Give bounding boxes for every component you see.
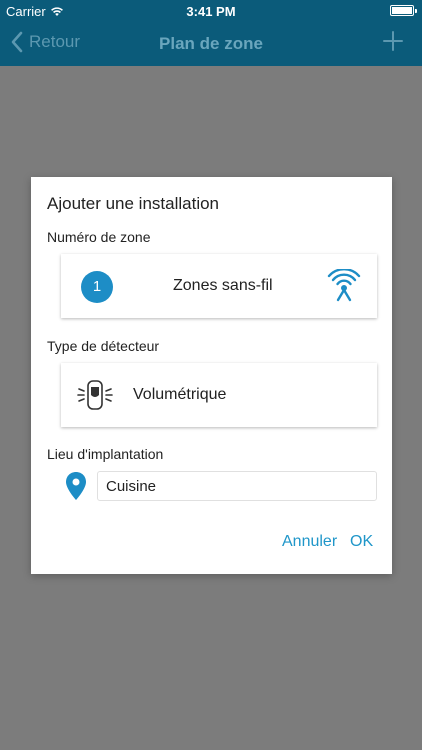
location-pin-icon (66, 472, 86, 500)
zone-selector[interactable]: 1 Zones sans-fil (61, 254, 377, 318)
page-title: Plan de zone (159, 34, 263, 53)
zone-number-label: Numéro de zone (47, 229, 151, 245)
wireless-antenna-icon (327, 269, 361, 302)
zone-type-text: Zones sans-fil (173, 277, 273, 294)
top-bar: Carrier 3:41 PM Retour Plan de zone (0, 0, 422, 66)
add-icon[interactable] (382, 30, 404, 52)
add-installation-dialog: Ajouter une installation Numéro de zone … (31, 177, 392, 574)
status-bar: Carrier 3:41 PM (0, 0, 422, 22)
status-time: 3:41 PM (186, 4, 236, 19)
location-input[interactable] (97, 471, 377, 501)
location-label: Lieu d'implantation (47, 446, 164, 462)
navigation-bar: Retour Plan de zone (0, 22, 422, 66)
dialog-title: Ajouter une installation (47, 194, 220, 213)
detector-type-text: Volumétrique (133, 386, 227, 403)
detector-type-label: Type de détecteur (47, 338, 160, 354)
detector-selector[interactable]: Volumétrique (61, 363, 377, 427)
ok-button[interactable]: OK (350, 533, 373, 551)
battery-icon (390, 5, 417, 16)
zone-number-badge: 1 (81, 271, 113, 303)
motion-detector-icon (77, 380, 113, 410)
cancel-button[interactable]: Annuler (282, 533, 337, 551)
